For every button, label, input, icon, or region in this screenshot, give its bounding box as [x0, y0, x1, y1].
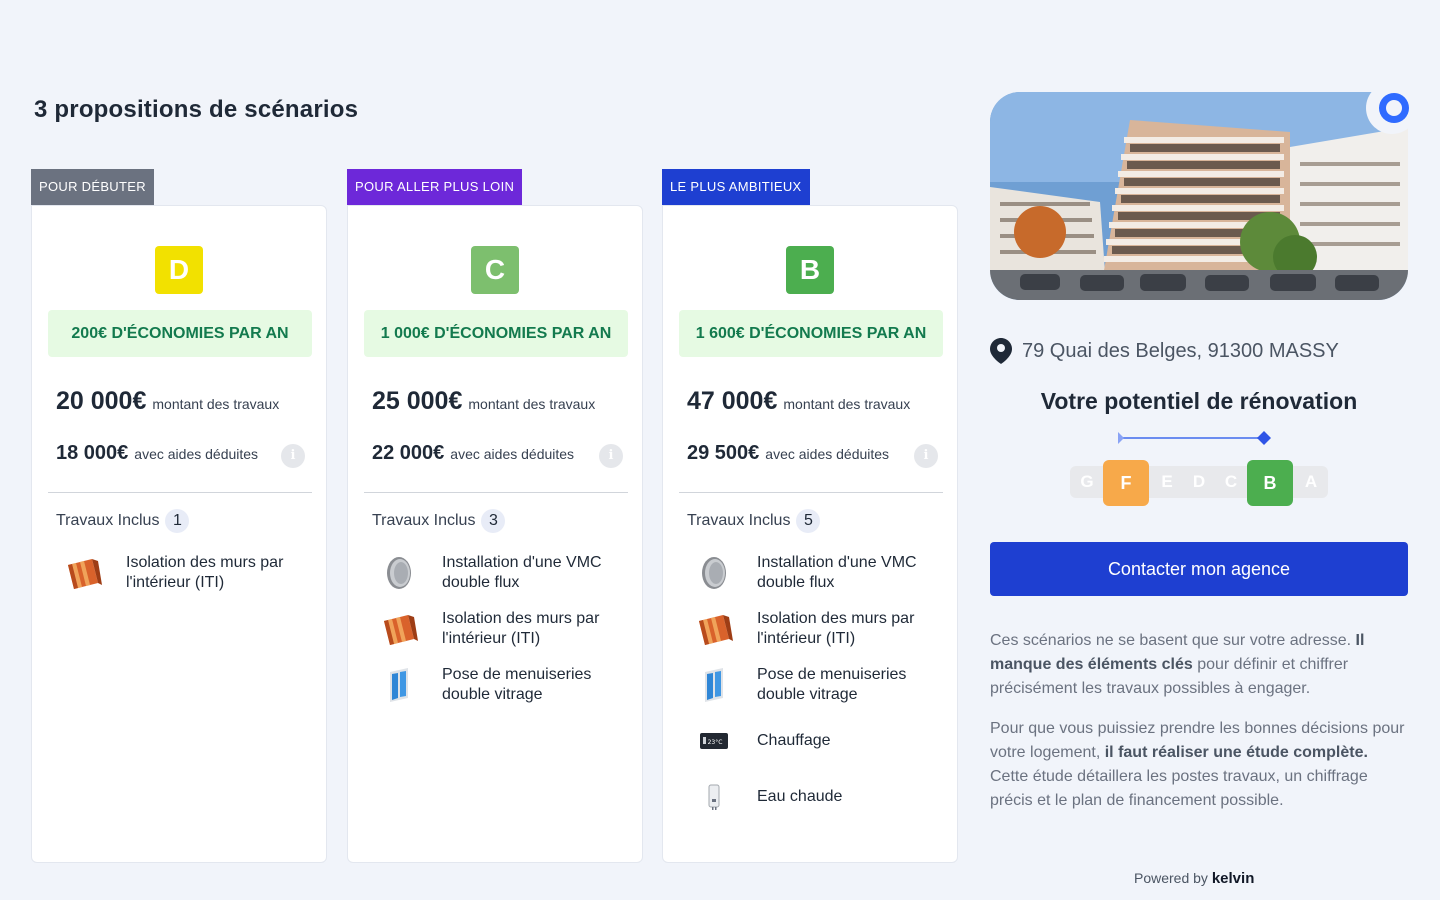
works-amount-row: 47 000€ montant des travaux	[687, 387, 910, 416]
scenario-card: POUR ALLER PLUS LOIN C 1 000€ D'ÉCONOMIE…	[347, 169, 643, 864]
included-works-label: Travaux Inclus	[56, 512, 160, 529]
works-amount: 20 000€	[56, 387, 147, 415]
included-count-badge: 3	[481, 509, 506, 533]
work-item-label: Chauffage	[757, 732, 831, 749]
work-item: 23°C Chauffage	[693, 717, 943, 765]
work-item-label: Isolation des murs par l'intérieur (ITI)	[126, 554, 284, 591]
scale-letter: D	[1192, 472, 1206, 491]
work-item: Isolation des murs par l'intérieur (ITI)	[62, 549, 312, 597]
svg-text:23°C: 23°C	[708, 739, 723, 746]
included-count-badge: 5	[796, 509, 821, 533]
annual-savings: 200€ D'ÉCONOMIES PAR AN	[48, 310, 312, 357]
works-amount: 25 000€	[372, 387, 463, 415]
target-grade-badge: B	[1247, 460, 1293, 506]
water-heater-icon	[693, 776, 735, 818]
annual-savings: 1 000€ D'ÉCONOMIES PAR AN	[364, 310, 628, 357]
energy-scale: GFEDCBA	[1070, 460, 1328, 506]
progress-arrow	[1118, 431, 1271, 445]
insulation-icon	[693, 608, 735, 650]
after-aid-row: 18 000€ avec aides déduites	[56, 442, 258, 465]
works-amount-row: 25 000€ montant des travaux	[372, 387, 595, 416]
work-item: Installation d'une VMC double flux	[693, 549, 943, 597]
after-aid-row: 29 500€ avec aides déduites	[687, 442, 889, 465]
location-pin-icon	[990, 338, 1012, 364]
divider	[48, 492, 312, 493]
info-icon[interactable]: i	[281, 444, 305, 468]
disclaimer-paragraph-2: Pour que vous puissiez prendre les bonne…	[990, 720, 1405, 809]
work-item-label: Eau chaude	[757, 788, 843, 805]
scale-letter: C	[1224, 472, 1238, 491]
info-icon[interactable]: i	[914, 444, 938, 468]
included-works-header: Travaux Inclus 5	[687, 509, 821, 533]
work-item: Pose de menuiseries double vitrage	[378, 661, 628, 709]
work-item-label: Pose de menuiseries double vitrage	[442, 666, 592, 703]
location-badge-icon	[1366, 82, 1418, 134]
work-item-label: Installation d'une VMC double flux	[757, 554, 917, 591]
renovation-potential-title: Votre potentiel de rénovation	[1040, 388, 1358, 414]
after-aid-label: avec aides déduites	[765, 446, 890, 462]
address-text: 79 Quai des Belges, 91300 MASSY	[1022, 339, 1339, 362]
scenario-tag: LE PLUS AMBITIEUX	[662, 169, 810, 205]
scenario-card: POUR DÉBUTER D 200€ D'ÉCONOMIES PAR AN 2…	[31, 169, 327, 864]
window-icon	[378, 664, 420, 706]
after-aid-row: 22 000€ avec aides déduites	[372, 442, 574, 465]
energy-grade-badge: D	[155, 246, 203, 294]
window-icon	[693, 664, 735, 706]
included-works-header: Travaux Inclus 3	[372, 509, 506, 533]
vmc-icon	[693, 552, 735, 594]
works-amount-label: montant des travaux	[783, 396, 911, 412]
divider	[679, 492, 943, 493]
disclaimer-paragraph-1: Ces scénarios ne se basent que sur votre…	[990, 632, 1365, 697]
work-item-label: Pose de menuiseries double vitrage	[757, 666, 907, 703]
included-works-label: Travaux Inclus	[372, 512, 476, 529]
after-aid-amount: 29 500€	[687, 442, 760, 464]
after-aid-amount: 18 000€	[56, 442, 129, 464]
powered-by: Powered by kelvin	[1134, 870, 1255, 887]
divider	[364, 492, 628, 493]
page-title: 3 propositions de scénarios	[34, 96, 359, 123]
property-address: 79 Quai des Belges, 91300 MASSY	[990, 338, 1339, 364]
work-item: Isolation des murs par l'intérieur (ITI)	[378, 605, 628, 653]
vmc-icon	[378, 552, 420, 594]
work-item: Eau chaude	[693, 773, 943, 821]
info-icon[interactable]: i	[599, 444, 623, 468]
contact-agency-button[interactable]: Contacter mon agence	[990, 542, 1408, 596]
works-amount-label: montant des travaux	[152, 396, 280, 412]
after-aid-label: avec aides déduites	[134, 446, 259, 462]
thermostat-icon: 23°C	[693, 720, 735, 762]
scenario-card-body: B 1 600€ D'ÉCONOMIES PAR AN 47 000€ mont…	[662, 205, 958, 863]
work-item: Isolation des murs par l'intérieur (ITI)	[693, 605, 943, 653]
energy-grade-badge: C	[471, 246, 519, 294]
work-item: Installation d'une VMC double flux	[378, 549, 628, 597]
after-aid-label: avec aides déduites	[450, 446, 575, 462]
energy-grade-badge: B	[786, 246, 834, 294]
work-item-label: Installation d'une VMC double flux	[442, 554, 602, 591]
work-item: Pose de menuiseries double vitrage	[693, 661, 943, 709]
scenario-tag: POUR DÉBUTER	[31, 169, 154, 205]
scenario-card-body: C 1 000€ D'ÉCONOMIES PAR AN 25 000€ mont…	[347, 205, 643, 863]
included-works-label: Travaux Inclus	[687, 512, 791, 529]
after-aid-amount: 22 000€	[372, 442, 445, 464]
current-grade-badge: F	[1103, 460, 1149, 506]
scenario-card: LE PLUS AMBITIEUX B 1 600€ D'ÉCONOMIES P…	[662, 169, 958, 864]
scenario-card-body: D 200€ D'ÉCONOMIES PAR AN 20 000€ montan…	[31, 205, 327, 863]
works-amount: 47 000€	[687, 387, 778, 415]
insulation-icon	[62, 552, 104, 594]
works-amount-row: 20 000€ montant des travaux	[56, 387, 279, 416]
insulation-icon	[378, 608, 420, 650]
scale-letter: E	[1161, 472, 1173, 491]
scale-letter: A	[1304, 472, 1318, 491]
included-count-badge: 1	[165, 509, 190, 533]
scale-letter: G	[1080, 472, 1094, 491]
scenario-tag: POUR ALLER PLUS LOIN	[347, 169, 523, 205]
work-item-label: Isolation des murs par l'intérieur (ITI)	[442, 610, 600, 647]
annual-savings: 1 600€ D'ÉCONOMIES PAR AN	[679, 310, 943, 357]
work-item-label: Isolation des murs par l'intérieur (ITI)	[757, 610, 915, 647]
kelvin-logo: kelvin	[1211, 870, 1255, 887]
property-photo	[990, 92, 1408, 300]
included-works-header: Travaux Inclus 1	[56, 509, 190, 533]
works-amount-label: montant des travaux	[468, 396, 596, 412]
